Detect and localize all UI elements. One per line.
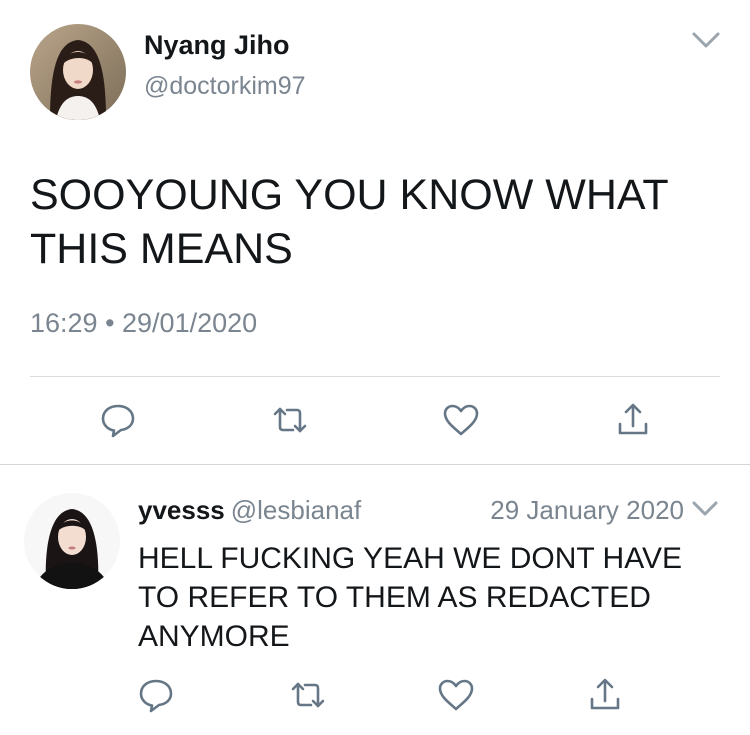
retweet-icon[interactable] (288, 675, 328, 715)
reply-icon[interactable] (136, 675, 176, 715)
chevron-down-icon[interactable] (690, 495, 720, 521)
reply-header: yvesss @lesbianaf (138, 495, 361, 526)
reply-date[interactable]: 29 January 2020 (490, 495, 684, 526)
user-handle[interactable]: @lesbianaf (231, 495, 361, 525)
tweet-text: SOOYOUNG YOU KNOW WHAT THIS MEANS (30, 171, 668, 273)
user-handle[interactable]: @doctorkim97 (144, 72, 306, 101)
chevron-down-icon[interactable] (690, 26, 722, 54)
divider (30, 376, 720, 377)
tweet-actions (0, 675, 750, 719)
display-name[interactable]: Nyang Jiho (144, 30, 290, 61)
tweet-timestamp[interactable]: 16:29 • 29/01/2020 (30, 308, 257, 339)
tweet-actions (0, 400, 750, 444)
like-icon[interactable] (441, 400, 481, 440)
tweet-text: HELL FUCKING YEAH WE DONT HAVE TO REFER … (138, 542, 682, 653)
reply-icon[interactable] (98, 400, 138, 440)
avatar[interactable] (30, 24, 126, 120)
main-tweet: Nyang Jiho @doctorkim97 SOOYOUNG YOU KNO… (0, 0, 750, 465)
avatar[interactable] (24, 493, 120, 589)
like-icon[interactable] (436, 675, 476, 715)
share-icon[interactable] (585, 675, 625, 715)
share-icon[interactable] (613, 400, 653, 440)
display-name[interactable]: yvesss (138, 495, 225, 525)
retweet-icon[interactable] (270, 400, 310, 440)
reply-tweet: yvesss @lesbianaf 29 January 2020 HELL FU… (0, 465, 750, 735)
